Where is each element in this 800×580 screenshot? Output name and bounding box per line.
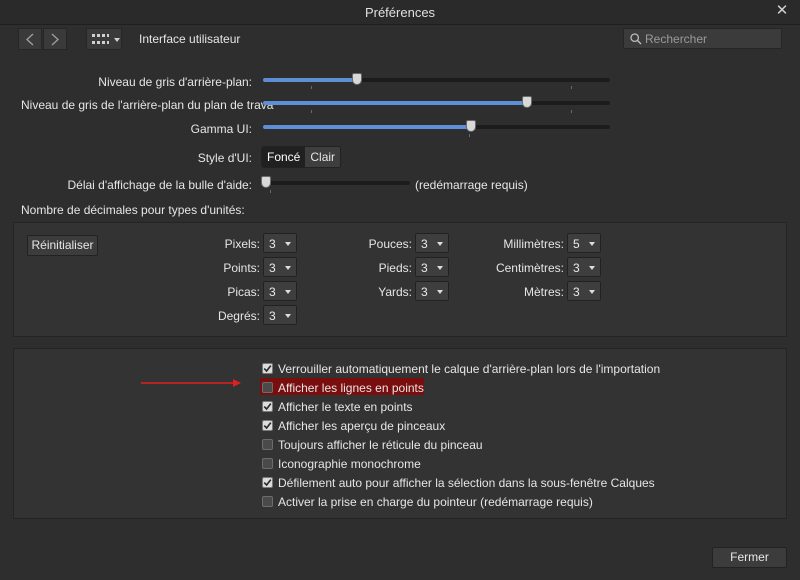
slider-thumb[interactable] [466, 120, 477, 132]
grid-icon [92, 34, 109, 44]
bg-gray-label: Niveau de gris d'arrière-plan: [98, 75, 252, 89]
annotation-arrow-icon [141, 379, 241, 387]
option-label[interactable]: Afficher les lignes en points [278, 381, 424, 395]
decimals-centimeters-select[interactable]: 3 [567, 257, 601, 277]
chevron-down-icon [285, 242, 291, 246]
chevron-down-icon [285, 314, 291, 318]
option-label[interactable]: Afficher le texte en points [278, 400, 413, 414]
chevron-down-icon [437, 242, 443, 246]
forward-button[interactable] [43, 28, 67, 50]
decimals-heading: Nombre de décimales pour types d'unités: [21, 203, 245, 217]
unit-label-points: Points: [223, 261, 260, 275]
checkmark-icon [263, 365, 272, 373]
tooltip-delay-slider[interactable] [260, 176, 410, 188]
gamma-label: Gamma UI: [190, 122, 252, 136]
option-checkbox[interactable] [262, 496, 273, 507]
slider-thumb[interactable] [521, 96, 532, 108]
tooltip-delay-label: Délai d'affichage de la bulle d'aide: [67, 178, 253, 192]
decimals-inches-select[interactable]: 3 [415, 233, 449, 253]
decimals-yards-select[interactable]: 3 [415, 281, 449, 301]
option-label[interactable]: Toujours afficher le réticule du pinceau [278, 438, 483, 452]
unit-label-yards: Yards: [378, 285, 412, 299]
chevron-down-icon [589, 266, 595, 270]
artboard-bg-gray-label: Niveau de gris de l'arrière-plan du plan… [21, 98, 274, 112]
search-box[interactable] [623, 28, 782, 49]
bg-gray-slider[interactable] [263, 73, 610, 85]
gamma-slider[interactable] [263, 120, 610, 132]
option-checkbox[interactable] [262, 477, 273, 488]
option-checkbox[interactable] [262, 458, 273, 469]
chevron-down-icon [285, 266, 291, 270]
option-label[interactable]: Défilement auto pour afficher la sélecti… [278, 476, 655, 490]
chevron-down-icon [114, 38, 120, 42]
artboard-bg-gray-slider[interactable] [263, 96, 610, 108]
unit-label-inches: Pouces: [368, 237, 412, 251]
unit-label-feet: Pieds: [378, 261, 412, 275]
back-button[interactable] [18, 28, 42, 50]
reset-button[interactable]: Réinitialiser [27, 235, 98, 256]
window-title: Préférences [364, 5, 436, 20]
unit-label-picas: Picas: [227, 285, 260, 299]
option-label[interactable]: Afficher les aperçu de pinceaux [278, 419, 445, 433]
ui-style-dark-option[interactable]: Foncé [262, 147, 306, 167]
option-label[interactable]: Iconographie monochrome [278, 457, 421, 471]
checkmark-icon [263, 403, 272, 411]
chevron-down-icon [437, 266, 443, 270]
ui-style-light-option[interactable]: Clair [305, 147, 341, 167]
option-label[interactable]: Verrouiller automatiquement le calque d'… [278, 362, 660, 376]
option-checkbox[interactable] [262, 363, 273, 374]
decimals-feet-select[interactable]: 3 [415, 257, 449, 277]
option-checkbox[interactable] [262, 439, 273, 450]
chevron-down-icon [285, 290, 291, 294]
slider-thumb[interactable] [260, 176, 271, 188]
chevron-down-icon [437, 290, 443, 294]
option-checkbox[interactable] [262, 401, 273, 412]
sections-menu-button[interactable] [86, 28, 122, 50]
unit-label-meters: Mètres: [523, 285, 564, 299]
option-label[interactable]: Activer la prise en charge du pointeur (… [278, 495, 593, 509]
decimals-degrees-select[interactable]: 3 [263, 305, 297, 325]
option-checkbox[interactable] [262, 420, 273, 431]
restart-required-note: (redémarrage requis) [415, 178, 528, 192]
section-title: Interface utilisateur [139, 32, 241, 46]
unit-label-millimeters: Millimètres: [503, 237, 564, 251]
decimals-points-select[interactable]: 3 [263, 257, 297, 277]
ui-style-segmented[interactable]: Foncé Clair [261, 146, 342, 168]
checkmark-icon [263, 422, 272, 430]
checkmark-icon [263, 479, 272, 487]
decimals-millimeters-select[interactable]: 5 [567, 233, 601, 253]
close-button[interactable]: Fermer [712, 547, 787, 568]
chevron-right-icon [51, 33, 59, 46]
search-input[interactable] [645, 31, 777, 46]
unit-label-degrees: Degrés: [217, 309, 260, 323]
ui-style-label: Style d'UI: [197, 151, 252, 165]
decimals-meters-select[interactable]: 3 [567, 281, 601, 301]
title-bar: Préférences ✕ [0, 0, 800, 25]
chevron-down-icon [589, 290, 595, 294]
option-checkbox[interactable] [262, 382, 273, 393]
decimals-pixels-select[interactable]: 3 [263, 233, 297, 253]
close-icon[interactable]: ✕ [774, 3, 790, 19]
search-icon [630, 33, 642, 45]
decimals-picas-select[interactable]: 3 [263, 281, 297, 301]
unit-label-pixels: Pixels: [224, 237, 260, 251]
slider-thumb[interactable] [351, 73, 362, 85]
chevron-left-icon [26, 33, 34, 46]
chevron-down-icon [589, 242, 595, 246]
unit-label-centimeters: Centimètres: [495, 261, 564, 275]
